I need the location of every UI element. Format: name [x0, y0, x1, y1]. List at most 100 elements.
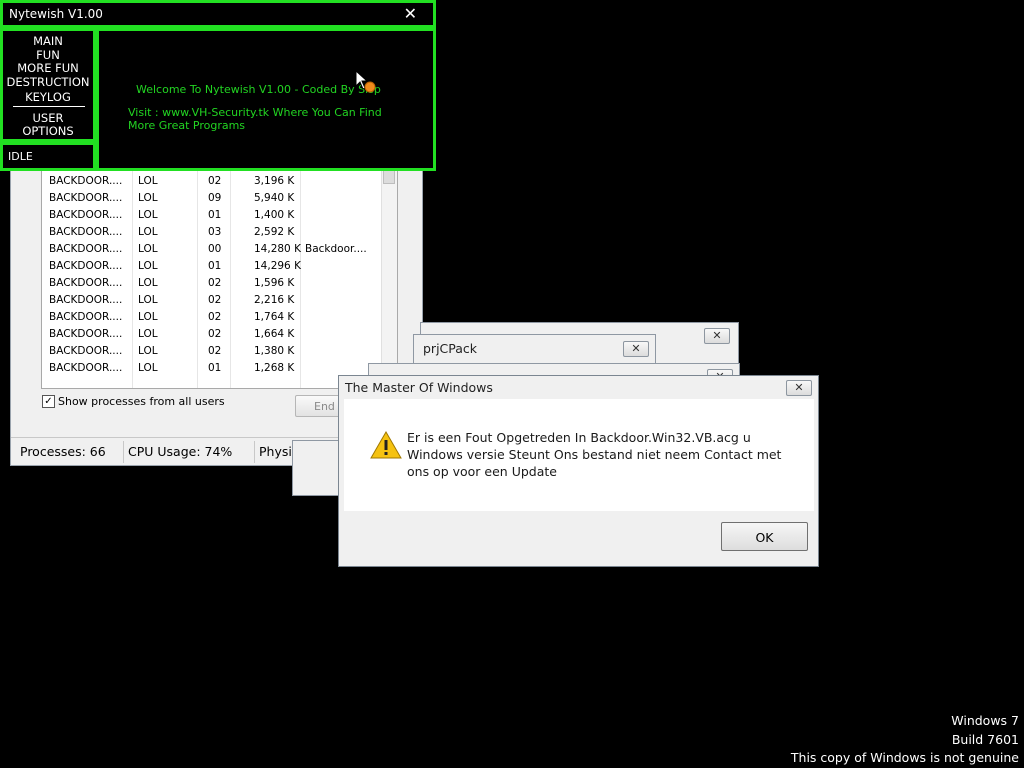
watermark-line-3: This copy of Windows is not genuine — [790, 750, 1019, 765]
user-name-cell: LOL — [138, 294, 158, 306]
user-name-cell: LOL — [138, 260, 158, 272]
process-name-cell: BACKDOOR.... — [49, 209, 123, 221]
cpu-cell: 01 — [208, 209, 222, 221]
process-name-cell: BACKDOOR.... — [49, 192, 123, 204]
memory-cell: 5,940 K — [254, 192, 295, 204]
show-all-users-label: Show processes from all users — [58, 395, 225, 408]
process-name-cell: BACKDOOR.... — [49, 260, 123, 272]
user-name-cell: LOL — [138, 362, 158, 374]
table-row[interactable]: BACKDOOR.... LOL 02 1,764 K — [42, 309, 382, 326]
ok-button[interactable]: OK — [721, 522, 808, 551]
menu-item-user[interactable]: USER — [3, 111, 93, 125]
memory-cell: 1,596 K — [254, 277, 295, 289]
cpu-cell: 02 — [208, 328, 222, 340]
table-row[interactable]: BACKDOOR.... LOL 01 1,400 K — [42, 207, 382, 224]
status-divider — [254, 441, 255, 463]
show-all-users-checkbox[interactable]: ✓ Show processes from all users — [42, 395, 225, 408]
watermark-line-2: Build 7601 — [951, 732, 1019, 747]
visit-text: Visit : www.VH-Security.tk Where You Can… — [128, 106, 382, 132]
memory-cell: 1,380 K — [254, 345, 295, 357]
cpu-cell: 01 — [208, 260, 222, 272]
process-name-cell: BACKDOOR.... — [49, 311, 123, 323]
nytewish-title: Nytewish V1.00 — [9, 7, 103, 21]
memory-cell: 3,196 K — [254, 175, 295, 187]
memory-cell: 14,296 K — [254, 260, 301, 272]
table-row[interactable]: BACKDOOR.... LOL 03 2,592 K — [42, 224, 382, 241]
user-name-cell: LOL — [138, 243, 158, 255]
cpu-cell: 02 — [208, 175, 222, 187]
user-name-cell: LOL — [138, 328, 158, 340]
close-icon[interactable]: ✕ — [786, 380, 812, 396]
process-name-cell: BACKDOOR.... — [49, 243, 123, 255]
table-row[interactable]: BACKDOOR.... LOL 02 1,596 K — [42, 275, 382, 292]
status-cpu: CPU Usage: 74% — [128, 444, 233, 459]
dialog-body: Er is een Fout Opgetreden In Backdoor.Wi… — [344, 399, 814, 511]
user-name-cell: LOL — [138, 226, 158, 238]
table-row[interactable]: BACKDOOR.... LOL 02 2,216 K — [42, 292, 382, 309]
prjcpack-title: prjCPack — [423, 341, 478, 356]
cpu-cell: 09 — [208, 192, 222, 204]
user-name-cell: LOL — [138, 345, 158, 357]
table-row[interactable]: BACKDOOR.... LOL 02 3,196 K — [42, 173, 382, 190]
error-dialog: The Master Of Windows ✕ Er is een Fout O… — [338, 375, 819, 567]
description-cell: Backdoor.... — [305, 243, 367, 255]
cpu-cell: 02 — [208, 294, 222, 306]
nytewish-window: Nytewish V1.00 ✕ MAIN FUN MORE FUN DESTR… — [0, 0, 436, 171]
table-row[interactable]: BACKDOOR.... LOL 01 14,296 K — [42, 258, 382, 275]
status-text: IDLE — [8, 150, 33, 163]
nytewish-main-panel: Welcome To Nytewish V1.00 - Coded By Sis… — [96, 28, 436, 171]
user-name-cell: LOL — [138, 192, 158, 204]
user-name-cell: LOL — [138, 311, 158, 323]
memory-cell: 1,764 K — [254, 311, 295, 323]
process-name-cell: BACKDOOR.... — [49, 328, 123, 340]
menu-item-main[interactable]: MAIN — [3, 34, 93, 48]
memory-cell: 1,664 K — [254, 328, 295, 340]
process-name-cell: BACKDOOR.... — [49, 175, 123, 187]
close-icon[interactable]: ✕ — [623, 341, 649, 357]
menu-item-destruction[interactable]: DESTRUCTION — [3, 75, 93, 89]
table-row[interactable]: BACKDOOR.... LOL 00 14,280 K Backdoor.... — [42, 241, 382, 258]
user-name-cell: LOL — [138, 209, 158, 221]
process-list[interactable]: BACKDOOR....LOL031,848 KBACKDOOR....LOL0… — [41, 161, 398, 389]
process-name-cell: BACKDOOR.... — [49, 362, 123, 374]
prjcpack-window: prjCPack ✕ — [413, 334, 656, 364]
cpu-cell: 03 — [208, 226, 222, 238]
close-icon[interactable]: ✕ — [404, 4, 417, 23]
process-name-cell: BACKDOOR.... — [49, 277, 123, 289]
welcome-text: Welcome To Nytewish V1.00 - Coded By Sis… — [136, 83, 381, 96]
close-icon[interactable]: ✕ — [704, 328, 730, 344]
status-divider — [123, 441, 124, 463]
menu-item-fun[interactable]: FUN — [3, 48, 93, 62]
table-row[interactable]: BACKDOOR.... LOL 09 5,940 K — [42, 190, 382, 207]
nytewish-menu: MAIN FUN MORE FUN DESTRUCTION KEYLOG USE… — [0, 28, 96, 142]
process-name-cell: BACKDOOR.... — [49, 345, 123, 357]
table-row[interactable]: BACKDOOR.... LOL 02 1,380 K — [42, 343, 382, 360]
user-name-cell: LOL — [138, 277, 158, 289]
menu-item-more-fun[interactable]: MORE FUN — [3, 61, 93, 75]
table-row[interactable]: BACKDOOR.... LOL 02 1,664 K — [42, 326, 382, 343]
memory-cell: 2,592 K — [254, 226, 295, 238]
process-name-cell: BACKDOOR.... — [49, 226, 123, 238]
busy-cursor-icon — [355, 70, 376, 93]
memory-cell: 1,400 K — [254, 209, 295, 221]
cpu-cell: 02 — [208, 277, 222, 289]
user-name-cell: LOL — [138, 175, 158, 187]
nytewish-title-bar[interactable]: Nytewish V1.00 ✕ — [0, 0, 436, 28]
dialog-message: Er is een Fout Opgetreden In Backdoor.Wi… — [407, 430, 782, 479]
menu-divider — [13, 106, 85, 107]
process-list-scrollbar[interactable] — [381, 162, 397, 388]
watermark-line-1: Windows 7 — [951, 713, 1019, 728]
nytewish-status: IDLE — [0, 142, 96, 171]
table-row[interactable]: BACKDOOR.... LOL 01 1,268 K — [42, 360, 382, 377]
process-name-cell: BACKDOOR.... — [49, 294, 123, 306]
warning-icon — [370, 431, 402, 459]
memory-cell: 2,216 K — [254, 294, 295, 306]
menu-item-keylog[interactable]: KEYLOG — [3, 90, 93, 104]
cpu-cell: 02 — [208, 311, 222, 323]
cpu-cell: 00 — [208, 243, 222, 255]
cpu-cell: 02 — [208, 345, 222, 357]
checkbox-box[interactable]: ✓ — [42, 395, 55, 408]
menu-item-options[interactable]: OPTIONS — [3, 124, 93, 138]
dialog-title: The Master Of Windows — [345, 380, 493, 395]
memory-cell: 1,268 K — [254, 362, 295, 374]
